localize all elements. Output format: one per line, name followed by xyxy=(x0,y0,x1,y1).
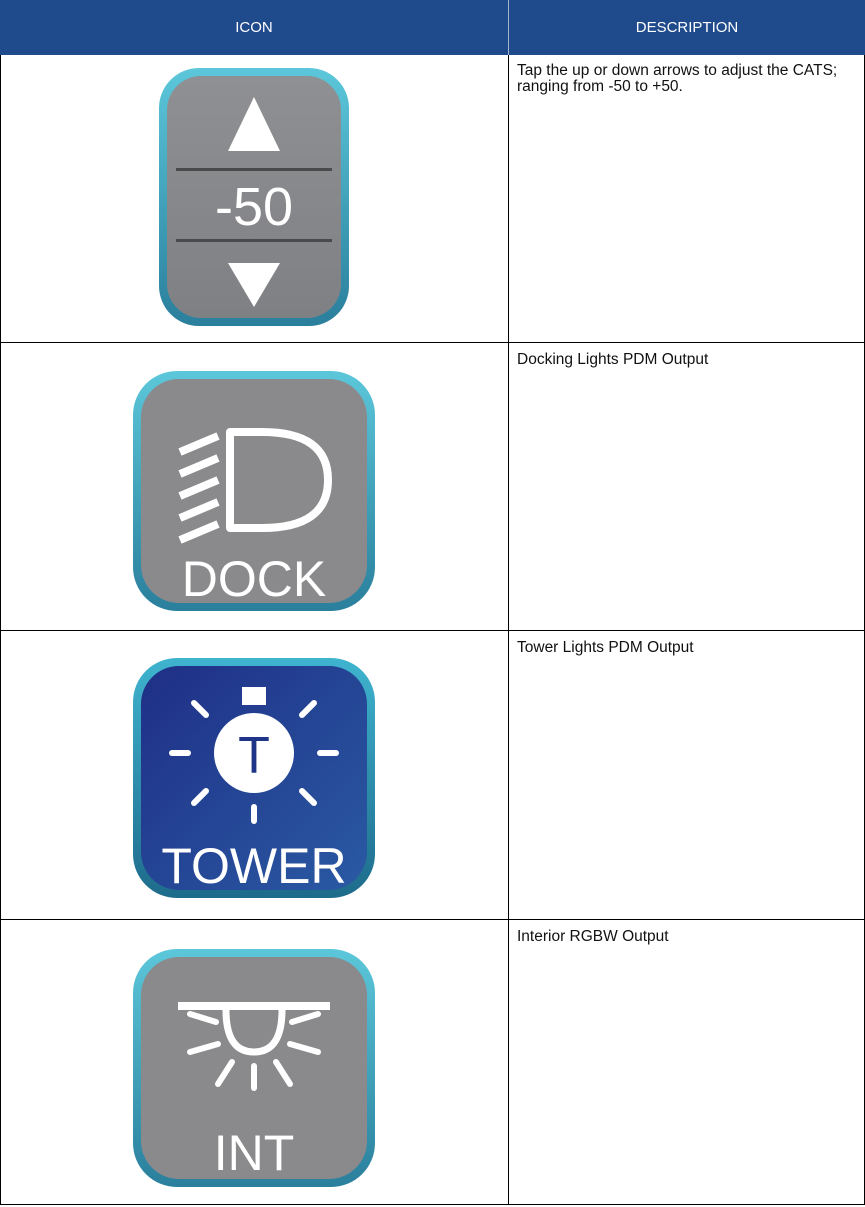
row-description: Tap the up or down arrows to adjust the … xyxy=(517,62,838,95)
svg-text:T: T xyxy=(238,727,270,785)
tower-light-icon[interactable]: T TOWER xyxy=(132,657,376,899)
table-row xyxy=(0,920,865,1205)
icon-label: INT xyxy=(214,1125,295,1181)
interior-light-icon[interactable]: INT xyxy=(132,948,376,1188)
table-row xyxy=(0,55,865,343)
cats-value: -50 xyxy=(215,177,293,237)
row-description: Docking Lights PDM Output xyxy=(517,351,709,368)
row-description: Interior RGBW Output xyxy=(517,928,669,945)
header-icon-label: ICON xyxy=(235,19,273,36)
icon-label: TOWER xyxy=(161,838,346,894)
table-row xyxy=(0,631,865,920)
cats-stepper-icon[interactable]: -50 xyxy=(158,67,350,327)
icon-label: DOCK xyxy=(182,551,326,607)
table-header: ICON DESCRIPTION xyxy=(0,0,865,55)
docking-light-icon[interactable]: DOCK xyxy=(132,370,376,612)
row-description: Tower Lights PDM Output xyxy=(517,639,694,656)
icon-table: ICON DESCRIPTION Tap the up or down arro… xyxy=(0,0,865,1205)
header-description-label: DESCRIPTION xyxy=(635,19,739,36)
table-row xyxy=(0,343,865,631)
